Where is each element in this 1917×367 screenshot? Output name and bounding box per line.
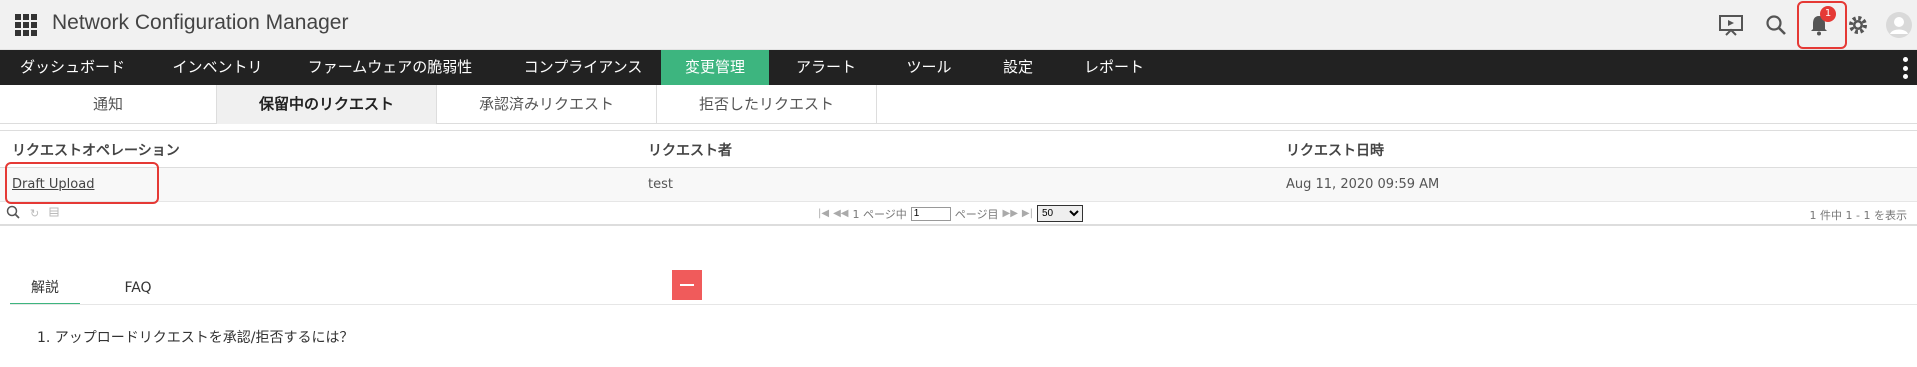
result-summary: 1 件中 1 - 1 を表示 <box>1809 209 1907 222</box>
page-size-select[interactable]: 50 <box>1036 205 1083 222</box>
page-prefix: 1 ページ中 <box>852 207 907 221</box>
main-nav: ダッシュボード インベントリ ファームウェアの脆弱性 コンプライアンス 変更管理… <box>0 50 1917 85</box>
presentation-icon[interactable] <box>1715 9 1747 41</box>
tab-pending-requests[interactable]: 保留中のリクエスト <box>217 85 437 124</box>
datetime-cell: Aug 11, 2020 09:59 AM <box>1286 177 1440 192</box>
page-number-input[interactable] <box>910 206 951 221</box>
gear-icon[interactable] <box>1842 9 1874 41</box>
tab-rejected-requests[interactable]: 拒否したリクエスト <box>657 85 877 124</box>
app-title: Network Configuration Manager <box>52 11 349 34</box>
nav-inventory[interactable]: インベントリ <box>145 50 290 85</box>
nav-firmware-vulnerability[interactable]: ファームウェアの脆弱性 <box>290 50 490 85</box>
search-icon[interactable] <box>1760 9 1792 41</box>
tab-faq[interactable]: FAQ <box>100 274 176 305</box>
page-suffix: ページ目 <box>954 207 999 221</box>
more-menu-icon[interactable] <box>1903 57 1909 79</box>
table-row: Draft Upload test Aug 11, 2020 09:59 AM <box>0 168 1917 202</box>
notification-badge: 1 <box>1820 6 1836 22</box>
operation-highlight <box>5 162 159 204</box>
nav-reports[interactable]: レポート <box>1061 50 1167 85</box>
nav-tools[interactable]: ツール <box>883 50 975 85</box>
column-header-datetime[interactable]: リクエスト日時 <box>1286 140 1384 160</box>
tab-divider <box>10 304 1917 305</box>
prev-page-icon[interactable]: ◀◀ <box>833 208 848 219</box>
help-item[interactable]: 1. アップロードリクエストを承認/拒否するには？ <box>37 327 354 347</box>
nav-change-management[interactable]: 変更管理 <box>661 50 769 85</box>
nav-alerts[interactable]: アラート <box>769 50 883 85</box>
last-page-icon[interactable]: ▶| <box>1022 208 1033 219</box>
collapse-help-button[interactable] <box>672 270 702 300</box>
nav-settings[interactable]: 設定 <box>975 50 1061 85</box>
subtab-bar: 通知 保留中のリクエスト 承認済みリクエスト 拒否したリクエスト <box>0 85 1917 124</box>
first-page-icon[interactable]: |◀ <box>818 208 829 219</box>
tab-approved-requests[interactable]: 承認済みリクエスト <box>437 85 657 124</box>
nav-compliance[interactable]: コンプライアンス <box>502 50 664 85</box>
column-header-operation[interactable]: リクエストオペレーション <box>12 140 180 160</box>
search-table-icon[interactable] <box>6 205 20 222</box>
columns-icon[interactable] <box>49 207 59 220</box>
tab-notifications[interactable]: 通知 <box>0 85 217 124</box>
pagination-bar: ↻ |◀ ◀◀ 1 ページ中 ページ目 ▶▶ ▶| 50 1 件中 1 - 1 … <box>0 202 1917 226</box>
table-header: リクエストオペレーション リクエスト者 リクエスト日時 <box>0 130 1917 168</box>
top-header: Network Configuration Manager 1 <box>0 0 1917 50</box>
next-page-icon[interactable]: ▶▶ <box>1003 208 1018 219</box>
column-header-requester[interactable]: リクエスト者 <box>648 140 732 160</box>
tab-explanation[interactable]: 解説 <box>10 274 80 305</box>
user-avatar-icon[interactable] <box>1883 9 1915 41</box>
refresh-icon[interactable]: ↻ <box>30 207 39 220</box>
nav-dashboard[interactable]: ダッシュボード <box>0 50 145 85</box>
requester-cell: test <box>648 177 673 192</box>
app-grid-icon[interactable] <box>15 14 37 36</box>
